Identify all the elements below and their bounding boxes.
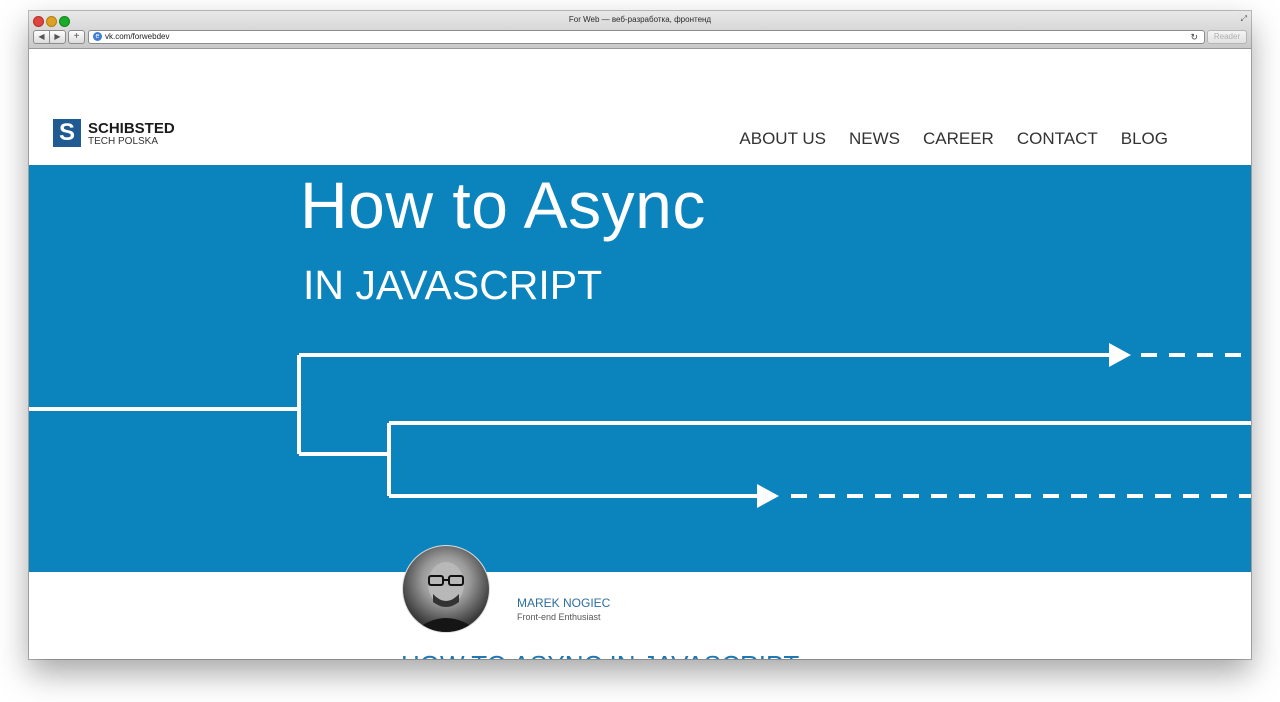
logo-subtitle: TECH POLSKA (88, 136, 159, 147)
window-title: For Web — веб-разработка, фронтенд (568, 15, 712, 24)
article-title[interactable]: HOW TO ASYNC IN JAVASCRIPT (401, 650, 799, 659)
nav-item-about-us[interactable]: ABOUT US (739, 129, 826, 149)
address-bar[interactable]: e vk.com/forwebdev ↻ (88, 30, 1205, 44)
author-avatar (402, 545, 490, 633)
page-content: S SCHIBSTED TECH POLSKA ABOUT US NEWS CA… (29, 49, 1251, 659)
nav-item-news[interactable]: NEWS (849, 129, 900, 149)
hero-banner: How to Async IN JAVASCRIPT (29, 165, 1251, 572)
reload-icon[interactable]: ↻ (1190, 31, 1198, 43)
add-bookmark-button[interactable]: + (68, 30, 85, 44)
browser-toolbar: For Web — веб-разработка, фронтенд ⤢ ◀ ▶… (29, 11, 1251, 49)
main-nav: ABOUT US NEWS CAREER CONTACT BLOG (739, 129, 1168, 149)
arrow-head-bottom-icon (757, 484, 779, 508)
fullscreen-icon[interactable]: ⤢ (1241, 14, 1247, 24)
logo-mark-icon: S (53, 119, 81, 147)
forward-button[interactable]: ▶ (49, 30, 66, 44)
url-text: vk.com/forwebdev (105, 32, 170, 41)
logo-name: SCHIBSTED (88, 120, 175, 137)
hero-subtitle: IN JAVASCRIPT (303, 262, 603, 308)
arrow-head-top-icon (1109, 343, 1131, 367)
browser-window: For Web — веб-разработка, фронтенд ⤢ ◀ ▶… (29, 11, 1251, 659)
nav-item-blog[interactable]: BLOG (1121, 129, 1168, 149)
author-name[interactable]: MAREK NOGIEC (517, 596, 610, 610)
nav-item-contact[interactable]: CONTACT (1017, 129, 1098, 149)
globe-icon: e (93, 32, 102, 41)
nav-item-career[interactable]: CAREER (923, 129, 994, 149)
hero-title: How to Async (300, 168, 706, 242)
back-button[interactable]: ◀ (33, 30, 50, 44)
reader-button[interactable]: Reader (1207, 30, 1247, 44)
author-role: Front-end Enthusiast (517, 612, 601, 622)
